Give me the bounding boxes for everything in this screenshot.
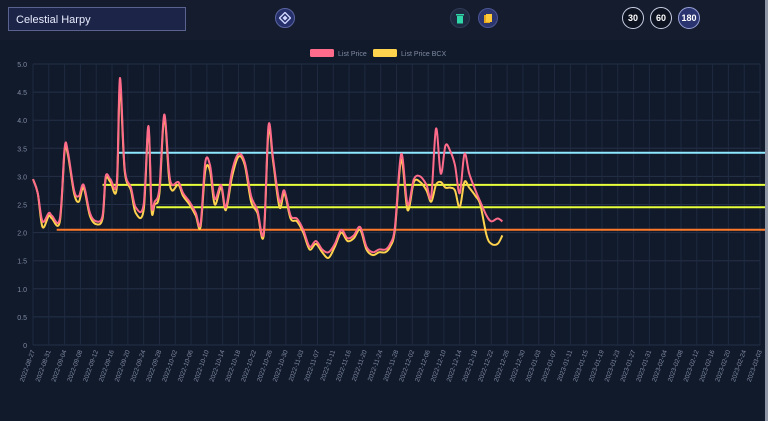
x-tick-label: 2022-10-14 <box>209 349 227 383</box>
x-tick-label: 2022-09-16 <box>98 349 116 383</box>
x-tick-label: 2022-10-02 <box>161 349 179 383</box>
x-tick-label: 2023-01-23 <box>604 349 622 383</box>
legend-label: List Price BCX <box>401 51 446 58</box>
x-tick-label: 2022-11-11 <box>320 349 338 382</box>
legend-label: List Price <box>338 51 367 58</box>
x-tick-label: 2022-12-22 <box>477 349 495 383</box>
x-tick-label: 2022-10-22 <box>240 349 258 383</box>
x-tick-label: 2023-01-07 <box>540 349 558 383</box>
logo-icon-glyph <box>279 12 291 24</box>
y-tick-label: 3.0 <box>17 174 27 181</box>
x-tick-label: 2022-12-06 <box>414 349 432 383</box>
x-tick-label: 2022-12-18 <box>461 349 479 383</box>
y-tick-label: 5.0 <box>17 62 27 69</box>
y-tick-label: 1.5 <box>17 259 27 266</box>
x-tick-label: 2023-02-08 <box>667 349 685 383</box>
x-tick-label: 2022-10-18 <box>224 349 242 383</box>
legend-swatch <box>373 49 397 57</box>
x-tick-label: 2022-09-28 <box>145 349 163 383</box>
x-tick-label: 2022-09-20 <box>114 349 132 383</box>
legend-swatch <box>310 49 334 57</box>
y-tick-label: 1.0 <box>17 287 27 294</box>
x-tick-label: 2022-11-28 <box>383 349 401 383</box>
x-tick-label: 2022-11-20 <box>351 349 369 383</box>
x-tick-label: 2022-12-26 <box>493 349 511 383</box>
x-tick-label: 2023-02-20 <box>714 349 732 383</box>
x-tick-label: 2023-02-24 <box>730 349 748 383</box>
x-tick-label: 2023-01-27 <box>619 349 637 383</box>
trash-icon-glyph <box>456 13 464 23</box>
x-tick-label: 2022-10-10 <box>193 349 211 383</box>
y-tick-label: 2.5 <box>17 203 27 210</box>
x-tick-label: 2023-01-31 <box>635 349 653 383</box>
y-tick-label: 0.5 <box>17 315 27 322</box>
range-180-button[interactable]: 180 <box>678 7 700 29</box>
x-tick-label: 2022-11-07 <box>304 349 322 383</box>
x-tick-label: 2022-10-30 <box>272 349 290 383</box>
x-tick-label: 2023-02-16 <box>699 349 717 383</box>
y-tick-label: 3.5 <box>17 146 27 153</box>
price-chart: 0 0.5 1.0 1.5 2.0 2.5 3.0 3.5 4.0 4.5 5.0 2022-08-2… <box>17 49 766 383</box>
x-tick-label: 2022-12-14 <box>446 349 464 383</box>
x-tick-label: 2023-01-11 <box>556 349 574 383</box>
x-tick-label: 2023-01-19 <box>588 349 606 383</box>
x-tick-label: 2022-10-26 <box>256 349 274 383</box>
x-tick-label: 2023-02-04 <box>651 349 669 383</box>
x-tick-label: 2023-01-03 <box>525 349 543 383</box>
x-tick-label: 2023-01-15 <box>572 349 590 383</box>
x-tick-label: 2022-12-10 <box>430 349 448 383</box>
collection-title[interactable]: Celestial Harpy <box>8 7 186 31</box>
x-tick-label: 2022-12-30 <box>509 349 527 383</box>
x-tick-label: 2022-11-24 <box>367 349 385 383</box>
x-tick-label: 2022-09-04 <box>51 349 69 383</box>
y-tick-label: 2.0 <box>17 231 27 238</box>
y-tick-label: 4.5 <box>17 90 27 97</box>
x-tick-label: 2022-11-16 <box>335 349 353 383</box>
range-60-button[interactable]: 60 <box>650 7 672 29</box>
range-30-button[interactable]: 30 <box>622 7 644 29</box>
y-tick-label: 4.0 <box>17 118 27 125</box>
cards-icon[interactable] <box>478 8 498 28</box>
x-tick-label: 2022-09-24 <box>130 349 148 383</box>
x-tick-label: 2022-08-31 <box>35 349 53 383</box>
x-tick-label: 2022-12-02 <box>398 349 416 383</box>
x-tick-label: 2023-02-12 <box>683 349 701 383</box>
x-tick-label: 2022-09-08 <box>66 349 84 383</box>
x-tick-label: 2022-10-06 <box>177 349 195 383</box>
x-tick-label: 2022-09-12 <box>82 349 100 383</box>
cards-icon-glyph <box>484 13 492 23</box>
y-tick-label: 0 <box>23 343 27 350</box>
trash-icon[interactable] <box>450 8 470 28</box>
x-tick-label: 2023-03-03 <box>746 349 764 383</box>
x-tick-label: 2022-11-03 <box>288 349 306 383</box>
x-tick-label: 2022-08-27 <box>19 349 37 383</box>
logo-icon[interactable] <box>275 8 295 28</box>
